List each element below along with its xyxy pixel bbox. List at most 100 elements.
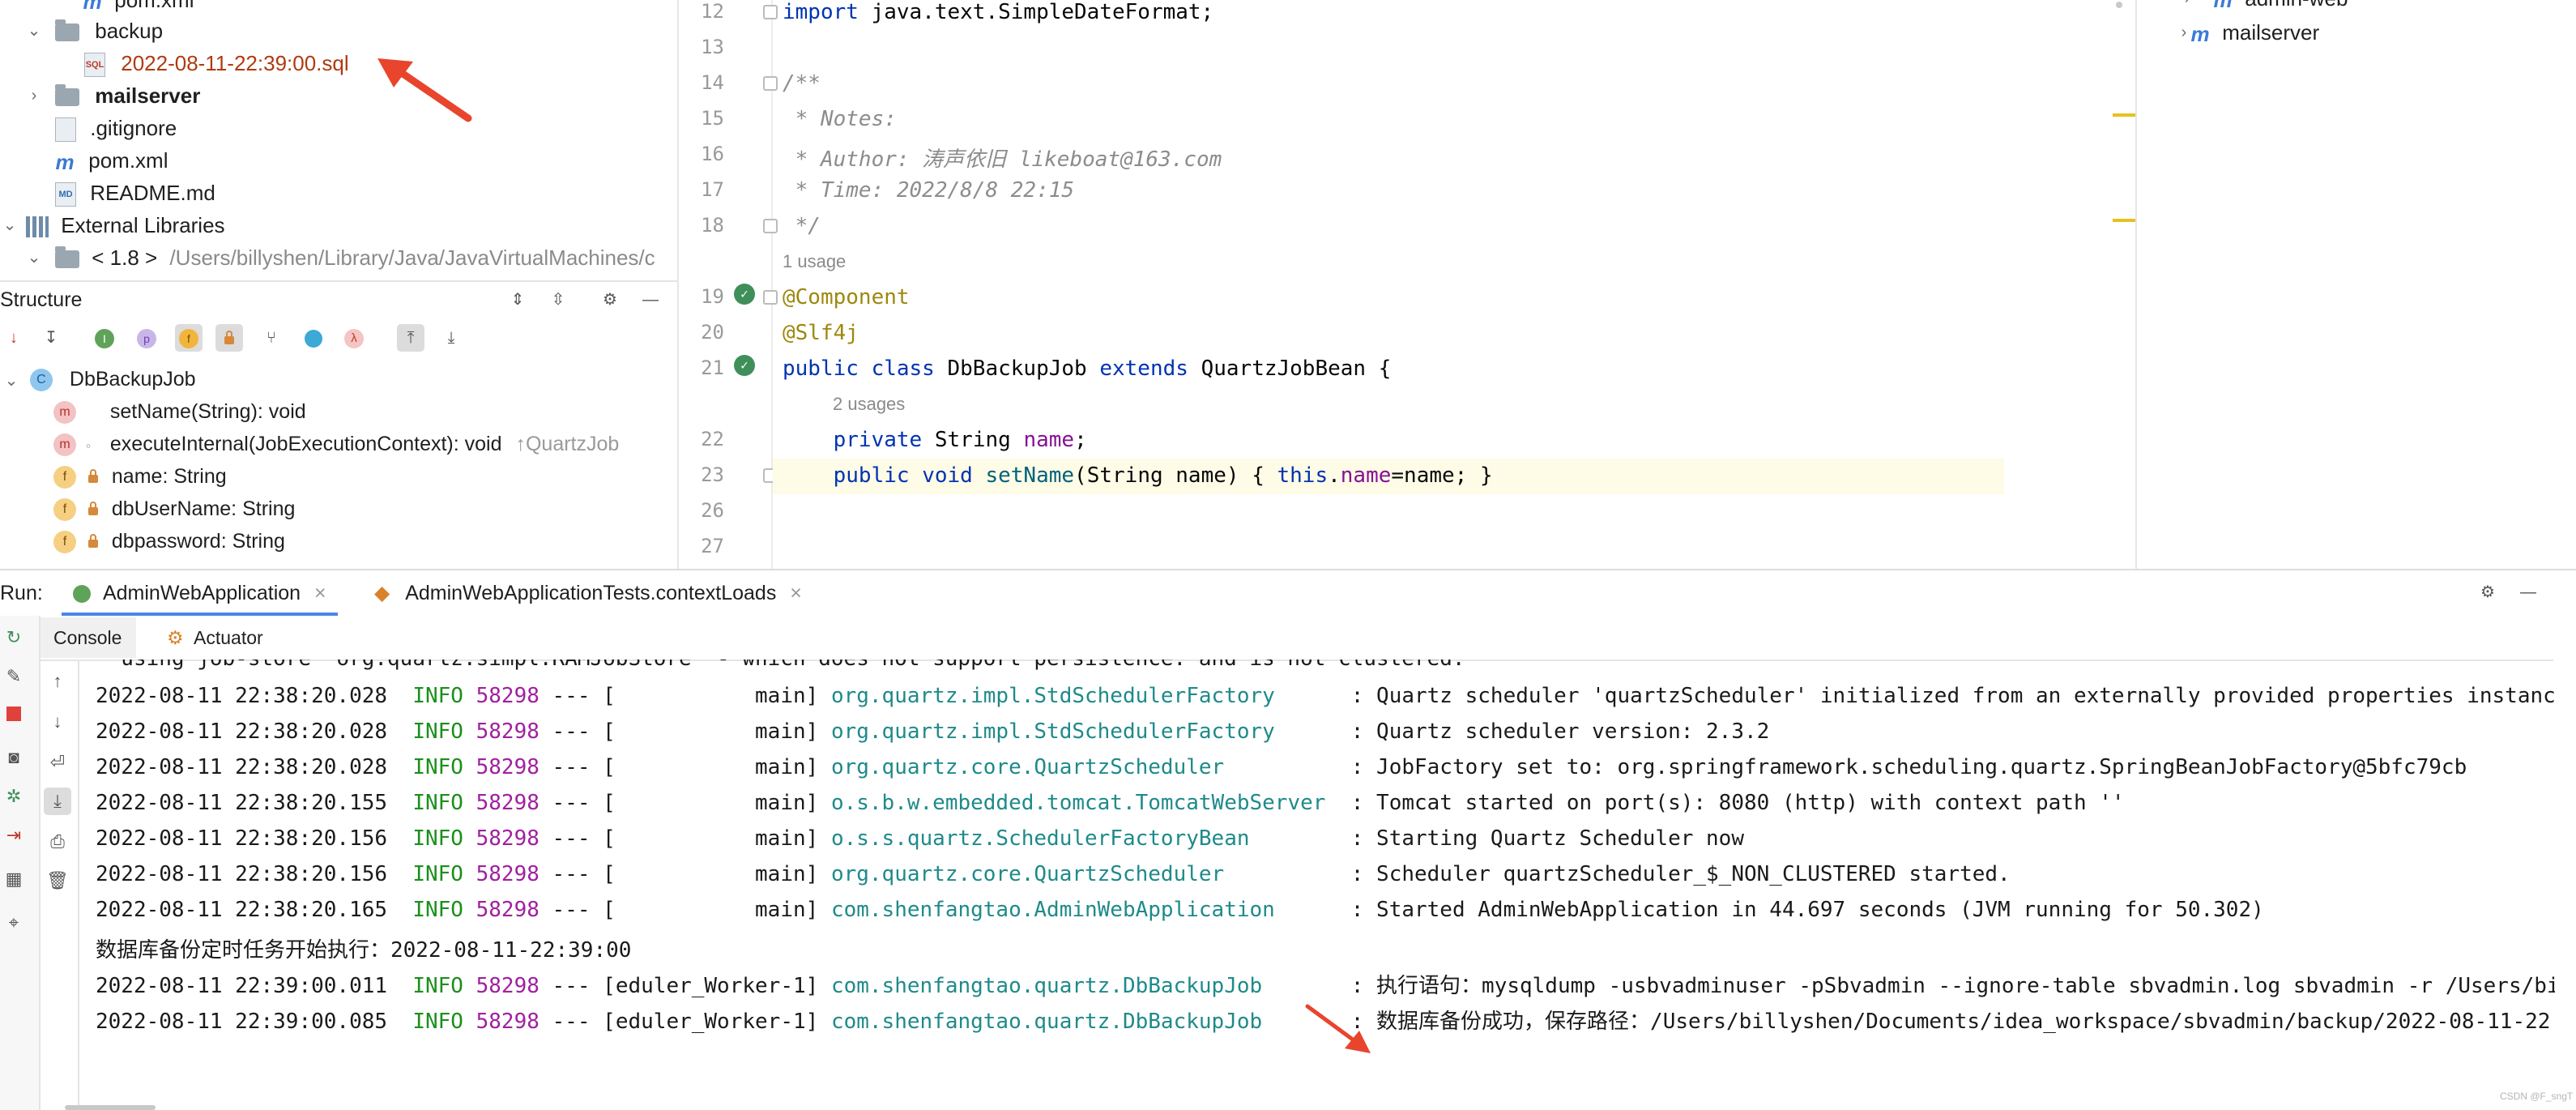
fold-icon[interactable]: [763, 219, 778, 233]
console-log-line: 2022-08-11 22:38:20.028 INFO 58298 --- […: [96, 719, 1770, 744]
lock-icon: [87, 502, 98, 516]
tab-admin-web-application[interactable]: AdminWebApplication ×: [62, 570, 338, 616]
code-line-16: * Author: 涛声依旧 likeboat@163.com: [783, 147, 1222, 172]
close-icon[interactable]: ×: [314, 582, 326, 604]
wrench-icon[interactable]: ✎: [0, 663, 28, 690]
show-properties-icon[interactable]: p: [133, 324, 160, 352]
tree-item-external-libraries[interactable]: ⌄ External Libraries: [0, 209, 225, 241]
console-log-line: 2022-08-11 22:38:20.028 INFO 58298 --- […: [96, 755, 2467, 779]
soft-wrap-icon[interactable]: ⏎: [44, 749, 71, 776]
fold-icon[interactable]: [763, 5, 778, 19]
actuator-icon: ⚙: [167, 627, 184, 648]
line-number: 18: [701, 214, 724, 237]
close-icon[interactable]: ×: [790, 582, 802, 604]
trash-icon[interactable]: 🗑: [44, 867, 71, 894]
sort-alpha-icon[interactable]: ↧: [37, 324, 65, 352]
chevron-down-icon[interactable]: ⌄: [0, 365, 23, 397]
collapse-all-icon[interactable]: ⇳: [544, 286, 572, 314]
lock-icon: [87, 534, 98, 549]
lambdas-icon[interactable]: λ: [340, 324, 368, 352]
line-number: 22: [701, 428, 724, 450]
chevron-down-icon[interactable]: ⌄: [19, 15, 49, 47]
tree-item-gitignore[interactable]: .gitignore: [55, 112, 177, 144]
warning-marker[interactable]: [2113, 113, 2135, 117]
jdk-folder-icon: [55, 246, 79, 269]
layout-icon[interactable]: ▦: [0, 865, 28, 893]
chevron-down-icon[interactable]: ⌄: [0, 209, 24, 241]
code-line-22: private String name;: [833, 428, 1087, 452]
module-folder-icon: [55, 84, 79, 107]
tree-item-sql-file[interactable]: SQL 2022-08-11-22:39:00.sql: [84, 47, 349, 79]
tree-item-jdk[interactable]: ⌄ < 1.8 > /Users/billyshen/Library/Java/…: [16, 241, 655, 274]
arrow-up-icon[interactable]: ↑: [44, 668, 71, 695]
chevron-right-icon[interactable]: ›: [19, 79, 49, 112]
show-non-public-icon[interactable]: [215, 324, 243, 352]
warning-marker[interactable]: [2113, 219, 2135, 222]
debug-icon[interactable]: ✲: [0, 783, 28, 810]
tree-item-pom-top[interactable]: m pom.xml: [81, 0, 194, 16]
show-inherited-icon[interactable]: I: [91, 324, 118, 352]
spring-bean-icon[interactable]: ✓: [734, 355, 755, 376]
structure-member-name[interactable]: f name: String: [53, 460, 227, 493]
line-number: 20: [701, 321, 724, 344]
subtab-console[interactable]: Console: [39, 617, 137, 658]
structure-title: Structure: [0, 288, 83, 311]
show-fields-icon[interactable]: f: [175, 324, 203, 352]
console-log-line: 2022-08-11 22:38:20.028 INFO 58298 --- […: [96, 684, 2555, 708]
usage-hint[interactable]: 1 usage: [783, 251, 846, 272]
gear-icon[interactable]: ⚙: [2474, 578, 2501, 606]
minimize-icon[interactable]: —: [637, 286, 664, 314]
field-icon: f: [53, 498, 76, 522]
tree-item-readme[interactable]: MD README.md: [55, 177, 215, 209]
lock-icon: [87, 469, 98, 484]
rerun-icon[interactable]: ↻: [0, 624, 28, 651]
autoscroll-from-source-icon[interactable]: ⤓: [437, 324, 465, 352]
spring-bean-icon[interactable]: ✓: [734, 284, 755, 305]
console-log-line: 2022-08-11 22:38:20.155 INFO 58298 --- […: [96, 791, 2125, 815]
chevron-right-icon[interactable]: ›: [2173, 0, 2202, 15]
line-number: 21: [701, 356, 724, 379]
console-log-line: 2022-08-11 22:39:00.011 INFO 58298 --- […: [96, 974, 2555, 998]
structure-member-setname[interactable]: m setName(String): void: [53, 395, 306, 428]
pin-icon[interactable]: ⌖: [0, 909, 28, 937]
print-icon[interactable]: ⎙: [44, 828, 71, 856]
protected-icon: ◦: [85, 438, 92, 454]
horizontal-scrollbar[interactable]: [65, 1105, 156, 1110]
gear-icon[interactable]: ⚙: [596, 286, 624, 314]
method-icon: m: [53, 433, 76, 457]
autoscroll-to-source-icon[interactable]: ⤒: [397, 324, 424, 352]
usage-hint[interactable]: 2 usages: [833, 394, 905, 415]
chevron-right-icon[interactable]: ›: [2169, 16, 2199, 49]
hierarchy-icon[interactable]: ⑂: [258, 324, 285, 352]
sort-visibility-icon[interactable]: ↓: [0, 324, 28, 352]
minimize-icon[interactable]: —: [2514, 578, 2542, 606]
expand-all-icon[interactable]: ⇕: [504, 286, 531, 314]
tree-item-mailserver[interactable]: › mailserver: [16, 79, 201, 112]
console-plain-line: 数据库备份定时任务开始执行：2022-08-11-22:39:00: [96, 938, 632, 963]
exit-icon[interactable]: ⇥: [0, 822, 28, 849]
arrow-down-icon[interactable]: ↓: [44, 708, 71, 736]
camera-icon[interactable]: ◙: [0, 744, 28, 771]
chevron-down-icon[interactable]: ⌄: [19, 241, 49, 274]
tree-item-pom[interactable]: m pom.xml: [53, 144, 168, 177]
structure-member-executeinternal[interactable]: m ◦ executeInternal(JobExecutionContext)…: [53, 428, 619, 460]
tab-admin-web-application-tests[interactable]: ◆ AdminWebApplicationTests.contextLoads …: [363, 570, 813, 616]
code-editor[interactable]: 12 13 14 15 16 17 18 19 20 21 22 23 26 2…: [677, 0, 2137, 569]
stop-icon[interactable]: [0, 702, 28, 729]
scroll-marker: [2116, 2, 2122, 8]
method-icon: m: [53, 401, 76, 425]
subtab-actuator[interactable]: ⚙ Actuator: [159, 617, 271, 658]
scroll-to-end-icon[interactable]: ⤓: [44, 788, 71, 815]
anonymous-classes-icon[interactable]: [300, 324, 327, 352]
fold-icon[interactable]: [763, 290, 778, 305]
console-action-bar: ↑ ↓ ⏎ ⤓ ⎙ 🗑: [39, 660, 79, 1110]
maven-item-admin-web[interactable]: › m admin-web: [2185, 0, 2348, 15]
maven-item-mailserver[interactable]: › m mailserver: [2181, 16, 2320, 49]
tree-item-backup[interactable]: ⌄ backup: [16, 15, 163, 47]
structure-member-dbpassword[interactable]: f dbpassword: String: [53, 525, 285, 557]
fold-icon[interactable]: [763, 76, 778, 91]
line-number: 13: [701, 36, 724, 58]
line-number: 17: [701, 178, 724, 201]
structure-class-node[interactable]: ⌄ C DbBackupJob: [0, 363, 196, 395]
structure-member-dbusername[interactable]: f dbUserName: String: [53, 493, 295, 525]
